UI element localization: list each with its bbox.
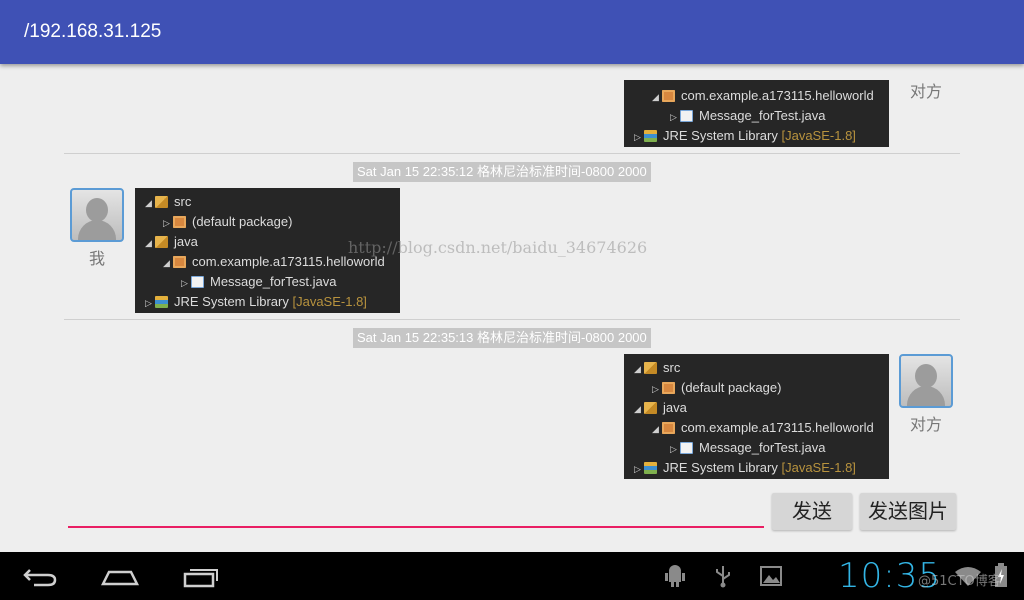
avatar[interactable] [70,188,124,242]
tree-label: com.example.a173115.helloworld [681,420,874,435]
library-icon [644,462,657,474]
usb-icon [716,566,730,588]
tree-label: src [663,360,681,375]
package-icon [662,382,675,394]
system-nav-bar: 10:35 @51CTO博客 [0,552,1024,600]
collapsed-icon: ▷ [670,112,677,122]
library-icon [644,130,657,142]
tree-label: (default package) [681,380,782,395]
message-timestamp: Sat Jan 15 22:35:12 格林尼治标准时间-0800 2000 [353,162,651,182]
message-image[interactable]: ◢ src ▷ (default package) ◢ java ◢ com.example.… [624,354,889,479]
watermark-text: http://blog.csdn.net/baidu_34674626 [348,238,648,257]
expanded-icon: ◢ [634,364,641,374]
chat-list[interactable]: ◢ com.example.a173115.helloworld ▷ Message_… [0,64,1024,486]
tree-row: ◢ java [624,398,889,418]
tree-label: com.example.a173115.helloworld [681,88,874,103]
source-folder-icon [155,196,168,208]
tree-label: JRE System Library [663,128,778,143]
sender-name: 我 [88,249,105,268]
tree-label-suffix: [JavaSE-1.8] [777,128,856,143]
java-file-icon [680,442,693,454]
collapsed-icon: ▷ [634,132,641,142]
tree-row: ▷ Message_forTest.java [135,272,400,292]
tree-row: ▷ JRE System Library [JavaSE-1.8] [624,458,889,478]
tree-label: JRE System Library [174,294,289,309]
message-input[interactable] [68,526,764,528]
tree-row: ◢ com.example.a173115.helloworld [624,418,889,438]
java-file-icon [680,110,693,122]
source-folder-icon [644,362,657,374]
expanded-icon: ◢ [163,258,170,268]
divider [64,153,960,154]
collapsed-icon: ▷ [163,218,170,228]
sender-name: 对方 [909,415,942,434]
package-icon [173,216,186,228]
tree-label: (default package) [192,214,293,229]
tree-label-suffix: [JavaSE-1.8] [288,294,367,309]
package-icon [662,422,675,434]
tree-label: src [174,194,192,209]
tree-row: ◢ com.example.a173115.helloworld [624,86,889,106]
message-image[interactable]: ◢ com.example.a173115.helloworld ▷ Message_… [624,80,889,147]
tree-label: Message_forTest.java [699,440,826,455]
tree-row: ▷ JRE System Library [JavaSE-1.8] [135,292,400,312]
java-file-icon [191,276,204,288]
tree-row: ▷ (default package) [135,212,400,232]
collapsed-icon: ▷ [670,444,677,454]
tree-row: ▷ Message_forTest.java [624,106,889,126]
collapsed-icon: ▷ [145,298,152,308]
library-icon [155,296,168,308]
tree-label: JRE System Library [663,460,778,475]
expanded-icon: ◢ [145,238,152,248]
page-title: /192.168.31.125 [24,21,162,42]
android-debug-icon [665,565,685,587]
app-bar: /192.168.31.125 [0,0,1024,64]
sender-name: 对方 [909,82,942,101]
expanded-icon: ◢ [145,198,152,208]
tree-label: Message_forTest.java [210,274,337,289]
home-icon[interactable] [100,566,140,588]
package-icon [173,256,186,268]
image-icon [760,566,782,586]
send-image-button[interactable]: 发送图片 [860,493,956,530]
tree-label: java [174,234,198,249]
tree-label: java [663,400,687,415]
send-button[interactable]: 发送 [772,493,852,530]
expanded-icon: ◢ [634,404,641,414]
collapsed-icon: ▷ [634,464,641,474]
folder-icon [155,236,168,248]
watermark-text: @51CTO博客 [918,574,1001,589]
message-timestamp: Sat Jan 15 22:35:13 格林尼治标准时间-0800 2000 [353,328,651,348]
tree-label-suffix: [JavaSE-1.8] [777,460,856,475]
tree-row: ▷ JRE System Library [JavaSE-1.8] [624,126,889,146]
divider [64,319,960,320]
tree-row: ◢ src [135,192,400,212]
expanded-icon: ◢ [652,424,659,434]
tree-row: ▷ Message_forTest.java [624,438,889,458]
expanded-icon: ◢ [652,92,659,102]
folder-icon [644,402,657,414]
avatar[interactable] [899,354,953,408]
collapsed-icon: ▷ [652,384,659,394]
tree-label: Message_forTest.java [699,108,826,123]
tree-row: ◢ src [624,358,889,378]
back-icon[interactable] [22,566,58,588]
collapsed-icon: ▷ [181,278,188,288]
package-icon [662,90,675,102]
recent-apps-icon[interactable] [182,566,220,588]
tree-row: ▷ (default package) [624,378,889,398]
